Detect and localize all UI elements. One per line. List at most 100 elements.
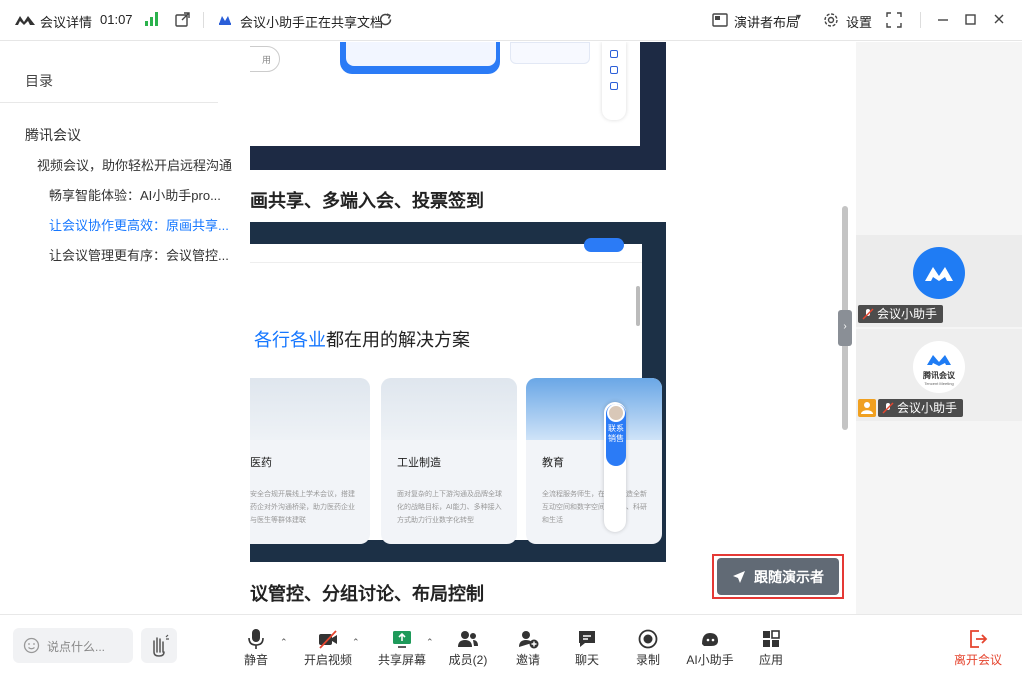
- muted-mic-icon: [862, 308, 874, 320]
- participant-tile[interactable]: 会议小助手: [856, 235, 1022, 327]
- shared-document-view[interactable]: 用 画共享、多端入会、投票签到 各行各业都在用的解决方案 医药 安全合规开展线上…: [250, 42, 856, 614]
- side-card: [510, 42, 590, 64]
- chevron-up-icon[interactable]: ⌃: [426, 637, 434, 648]
- mini-scrollbar: [636, 286, 640, 326]
- chat-button[interactable]: 聊天: [557, 628, 617, 668]
- meeting-window: 会议详情 01:07 会议小助手正在共享文档 演讲者布局 ▾ 设置 目录 腾讯会…: [0, 0, 1022, 676]
- title-bar: 会议详情 01:07 会议小助手正在共享文档 演讲者布局 ▾ 设置: [0, 0, 1022, 41]
- screenshot-page: 各行各业都在用的解决方案 医药 安全合规开展线上学术会议，搭建药企对外沟通桥梁，…: [250, 238, 662, 544]
- section-heading: 画共享、多端入会、投票签到: [250, 191, 484, 211]
- invite-button[interactable]: 邀请: [498, 628, 558, 668]
- smile-icon[interactable]: [23, 637, 40, 657]
- toc-item[interactable]: 让会议管理更有序：会议管控...: [49, 245, 229, 264]
- leave-meeting-button[interactable]: 离开会议: [948, 628, 1008, 668]
- microphone-icon: [226, 628, 286, 650]
- card-description: 全流程服务师生，在校园打造全新互动空间和数字空间的教学、科研和生活: [542, 491, 647, 524]
- share-screen-icon: [372, 628, 432, 650]
- solution-card: 教育 全流程服务师生，在校园打造全新互动空间和数字空间的教学、科研和生活: [526, 378, 662, 544]
- mute-button[interactable]: 静音: [226, 628, 286, 668]
- floating-side-bar: [602, 42, 626, 120]
- chevron-down-icon[interactable]: ▾: [796, 12, 801, 23]
- meeting-details-link[interactable]: 会议详情: [40, 12, 92, 31]
- video-off-icon: [298, 628, 358, 650]
- avatar: 腾讯会议 Tencent Meeting: [913, 341, 965, 393]
- apps-button[interactable]: 应用: [741, 628, 801, 668]
- muted-mic-icon: [882, 402, 894, 414]
- toc-sidebar: 目录 腾讯会议 视频会议，助你轻松开启远程沟通 畅享智能体验：AI小助手pro.…: [0, 42, 250, 614]
- solution-card: 医药 安全合规开展线上学术会议，搭建药企对外沟通桥梁，助力医药企业与医生等群体建…: [250, 378, 370, 544]
- refresh-icon[interactable]: [378, 12, 393, 30]
- minimize-icon[interactable]: [936, 11, 950, 30]
- network-signal-icon[interactable]: [145, 12, 158, 26]
- record-icon: [618, 628, 678, 650]
- exit-icon: [948, 628, 1008, 650]
- external-link-icon[interactable]: [174, 12, 190, 31]
- start-video-button[interactable]: 开启视频: [298, 628, 358, 668]
- share-status-text: 会议小助手正在共享文档: [240, 15, 384, 30]
- avatar-subtext: Tencent Meeting: [924, 381, 954, 386]
- participant-tile[interactable]: 腾讯会议 Tencent Meeting 会议小助手: [856, 329, 1022, 421]
- card-description: 面对复杂的上下游沟通及品牌全球化的战略目标，AI能力、多种接入方式助力行业数字化…: [397, 491, 502, 524]
- layout-selector[interactable]: 演讲者布局: [734, 12, 799, 31]
- document-screenshot-top: 用: [250, 42, 666, 170]
- bottom-toolbar: 说点什么... 静音 ⌃ 开启视频 ⌃ 共享屏幕 ⌃ 成员(2) 邀请 聊天 录…: [0, 614, 1022, 676]
- members-icon: [438, 628, 498, 650]
- gear-icon[interactable]: [823, 12, 839, 31]
- solution-card: 工业制造 面对复杂的上下游沟通及品牌全球化的战略目标，AI能力、多种接入方式助力…: [381, 378, 517, 544]
- ai-assistant-button[interactable]: AI小助手: [680, 628, 740, 668]
- participant-name-tag: 会议小助手: [858, 305, 944, 323]
- chevron-right-icon[interactable]: ›: [838, 310, 852, 346]
- card-image: [381, 378, 517, 440]
- divider: [203, 12, 204, 28]
- apps-grid-icon: [741, 628, 801, 650]
- card-description: 安全合规开展线上学术会议，搭建药企对外沟通桥梁，助力医药企业与医生等群体建联: [250, 491, 355, 524]
- chat-placeholder: 说点什么...: [47, 640, 106, 654]
- layout-icon[interactable]: [712, 12, 728, 31]
- chevron-up-icon[interactable]: ⌃: [280, 637, 288, 648]
- participant-name-tag: 会议小助手: [878, 399, 964, 417]
- close-icon[interactable]: [992, 11, 1006, 30]
- tencent-meeting-logo-icon: [14, 13, 36, 30]
- raise-hand-button[interactable]: [141, 628, 177, 663]
- settings-button[interactable]: 设置: [846, 12, 872, 31]
- navigate-arrow-icon: [733, 570, 745, 583]
- host-badge-icon: [858, 399, 876, 417]
- divider: [920, 12, 921, 28]
- members-button[interactable]: 成员(2): [438, 628, 498, 668]
- share-screen-button[interactable]: 共享屏幕: [372, 628, 432, 668]
- chat-icon: [557, 628, 617, 650]
- section-heading: 议管控、分组讨论、布局控制: [250, 584, 484, 604]
- toc-item[interactable]: 视频会议，助你轻松开启远程沟通: [37, 155, 232, 174]
- fullscreen-icon[interactable]: [886, 12, 902, 31]
- chevron-up-icon[interactable]: ⌃: [352, 637, 360, 648]
- pill-button: 用: [250, 46, 280, 72]
- hand-icon: [153, 634, 169, 657]
- toc-item-active[interactable]: 让会议协作更高效：原画共享...: [49, 215, 229, 234]
- card-label: 工业制造: [397, 457, 441, 469]
- maximize-icon[interactable]: [964, 11, 978, 30]
- card-label: 教育: [542, 457, 564, 469]
- shared-doc-icon: [218, 12, 232, 29]
- panel-inner: [346, 42, 496, 66]
- add-user-icon: [498, 628, 558, 650]
- avatar: [607, 404, 625, 422]
- document-screenshot-mid: 各行各业都在用的解决方案 医药 安全合规开展线上学术会议，搭建药企对外沟通桥梁，…: [250, 222, 666, 562]
- follow-presenter-label: 跟随演示者: [754, 568, 824, 585]
- screenshot-page: 用: [250, 42, 640, 146]
- avatar-text: 腾讯会议: [923, 371, 955, 380]
- participant-panel: 会议小助手 腾讯会议 Tencent Meeting 会议小助手: [856, 42, 1022, 614]
- divider: [250, 262, 642, 263]
- record-button[interactable]: 录制: [618, 628, 678, 668]
- solutions-title: 各行各业都在用的解决方案: [254, 330, 470, 350]
- toc-item[interactable]: 腾讯会议: [25, 125, 81, 145]
- card-image: [526, 378, 662, 440]
- toc-item[interactable]: 畅享智能体验：AI小助手pro...: [49, 185, 221, 204]
- elapsed-time: 01:07: [100, 12, 133, 27]
- nav-button: [584, 238, 624, 252]
- toc-title: 目录: [25, 73, 53, 89]
- card-image: [250, 378, 370, 440]
- avatar: [913, 247, 965, 299]
- ai-assistant-icon: [680, 628, 740, 650]
- chat-input[interactable]: 说点什么...: [13, 628, 133, 663]
- follow-presenter-button[interactable]: 跟随演示者: [717, 558, 839, 595]
